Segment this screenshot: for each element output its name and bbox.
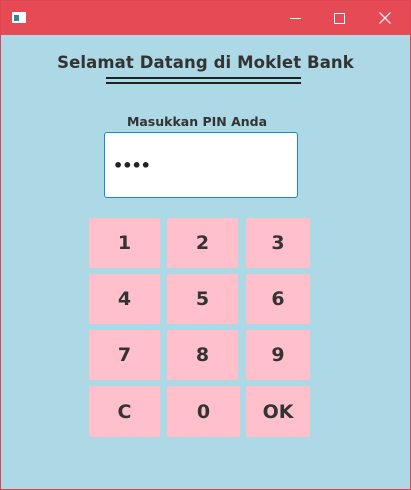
pin-input[interactable] bbox=[104, 132, 298, 198]
pin-label: Masukkan PIN Anda bbox=[126, 114, 268, 129]
key-9-button[interactable]: 9 bbox=[246, 330, 310, 380]
key-2-button[interactable]: 2 bbox=[167, 218, 238, 268]
maximize-button[interactable] bbox=[316, 1, 362, 35]
minimize-button[interactable] bbox=[272, 1, 318, 35]
key-7-button[interactable]: 7 bbox=[89, 330, 160, 380]
title-underline bbox=[106, 82, 301, 84]
title-underline bbox=[106, 77, 301, 79]
key-1-button[interactable]: 1 bbox=[89, 218, 160, 268]
key-8-button[interactable]: 8 bbox=[167, 330, 238, 380]
key-4-button[interactable]: 4 bbox=[89, 274, 160, 324]
close-button[interactable] bbox=[362, 1, 408, 35]
close-icon bbox=[379, 12, 391, 24]
page-title: Selamat Datang di Moklet Bank bbox=[57, 53, 354, 72]
app-icon bbox=[12, 12, 26, 23]
maximize-icon bbox=[333, 12, 345, 24]
key-6-button[interactable]: 6 bbox=[246, 274, 310, 324]
key-0-button[interactable]: 0 bbox=[167, 386, 240, 437]
key-5-button[interactable]: 5 bbox=[167, 274, 238, 324]
app-window: Selamat Datang di Moklet Bank Masukkan P… bbox=[0, 0, 411, 490]
key-3-button[interactable]: 3 bbox=[246, 218, 310, 268]
clear-button[interactable]: C bbox=[89, 386, 160, 437]
title-bar[interactable] bbox=[1, 1, 410, 35]
ok-button[interactable]: OK bbox=[246, 386, 310, 437]
minimize-icon bbox=[289, 17, 301, 19]
